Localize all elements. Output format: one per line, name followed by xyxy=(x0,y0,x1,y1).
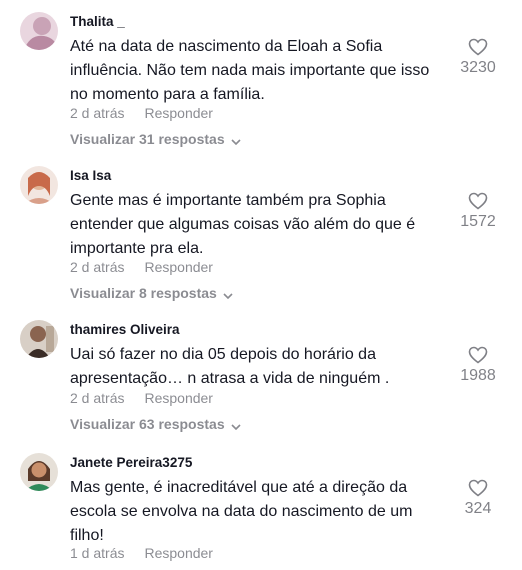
reply-button[interactable]: Responder xyxy=(144,545,213,561)
like-count: 3230 xyxy=(460,59,496,76)
comment-time: 2 d atrás xyxy=(70,390,125,406)
comment-text: Até na data de nascimento da Eloah a Sof… xyxy=(70,38,430,103)
heart-icon xyxy=(450,192,506,210)
like-count: 1988 xyxy=(460,367,496,384)
avatar[interactable] xyxy=(20,453,58,491)
comment-text: Mas gente, é inacreditável que até a dir… xyxy=(70,479,413,544)
comment-time: 2 d atrás xyxy=(70,259,125,275)
comment-username[interactable]: Isa Isa xyxy=(70,168,111,183)
chevron-down-icon xyxy=(223,286,233,302)
like-button[interactable]: 1988 xyxy=(450,346,506,385)
comment-meta: 2 d atrás Responder xyxy=(70,390,213,406)
comment-username[interactable]: Janete Pereira3275 xyxy=(70,455,192,470)
comment-text: Uai só fazer no dia 05 depois do horário… xyxy=(70,346,390,387)
heart-icon xyxy=(450,479,506,497)
comment-username[interactable]: Thalita _ xyxy=(70,14,125,29)
comment-username[interactable]: thamires Oliveira xyxy=(70,322,180,337)
like-button[interactable]: 1572 xyxy=(450,192,506,231)
view-replies-button[interactable]: Visualizar 31 respostas xyxy=(70,131,241,148)
like-count: 324 xyxy=(464,500,492,517)
like-count: 1572 xyxy=(460,213,496,230)
comment-text: Gente mas é importante também pra Sophia… xyxy=(70,192,416,257)
heart-icon xyxy=(450,38,506,56)
heart-icon xyxy=(450,346,506,364)
like-button[interactable]: 3230 xyxy=(450,38,506,77)
comment-time: 1 d atrás xyxy=(70,545,125,561)
avatar[interactable] xyxy=(20,12,58,50)
avatar[interactable] xyxy=(20,320,58,358)
reply-button[interactable]: Responder xyxy=(144,105,213,121)
view-replies-label: Visualizar 8 respostas xyxy=(70,285,217,301)
view-replies-button[interactable]: Visualizar 63 respostas xyxy=(70,416,241,433)
comment-meta: 2 d atrás Responder xyxy=(70,105,213,121)
comment-meta: 1 d atrás Responder xyxy=(70,545,213,561)
view-replies-label: Visualizar 31 respostas xyxy=(70,131,225,147)
like-button[interactable]: 324 xyxy=(450,479,506,518)
reply-button[interactable]: Responder xyxy=(144,259,213,275)
view-replies-label: Visualizar 63 respostas xyxy=(70,416,225,432)
avatar[interactable] xyxy=(20,166,58,204)
view-replies-button[interactable]: Visualizar 8 respostas xyxy=(70,285,233,302)
chevron-down-icon xyxy=(231,132,241,148)
chevron-down-icon xyxy=(231,417,241,433)
comment-meta: 2 d atrás Responder xyxy=(70,259,213,275)
comment-time: 2 d atrás xyxy=(70,105,125,121)
reply-button[interactable]: Responder xyxy=(144,390,213,406)
